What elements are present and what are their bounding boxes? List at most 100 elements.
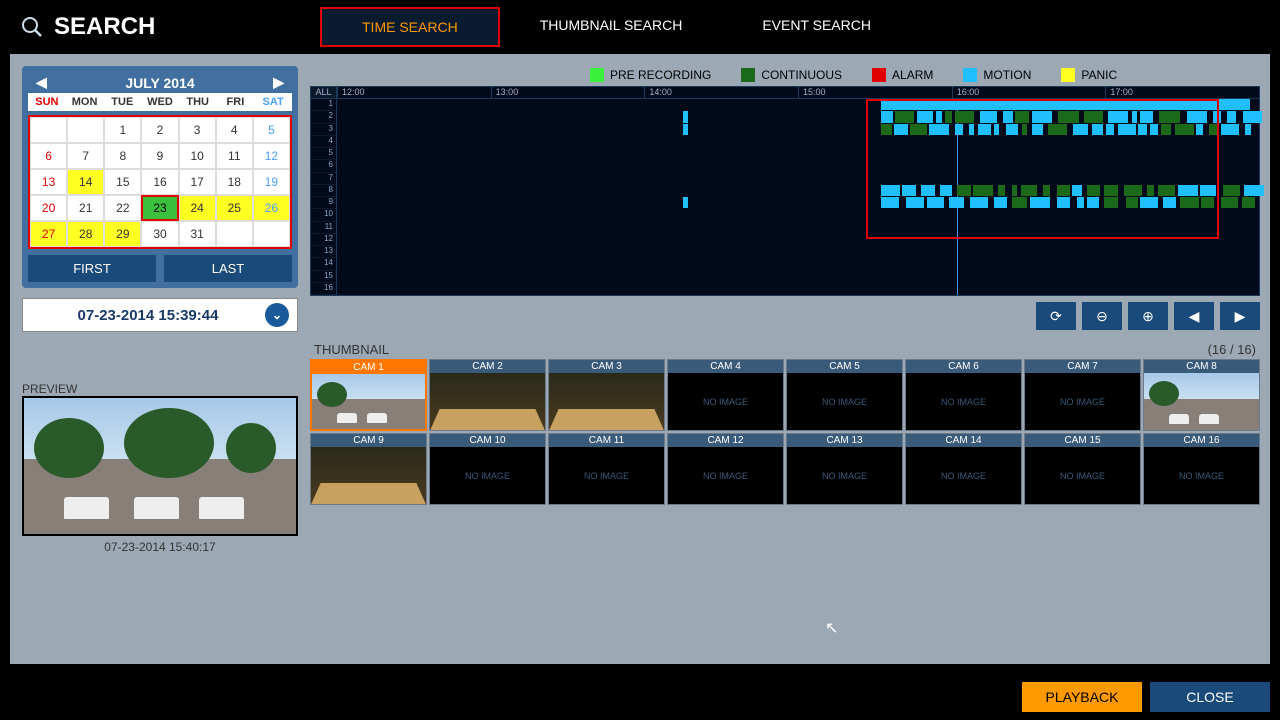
calendar-cell[interactable]: 30 <box>141 221 178 247</box>
thumbnail-cam[interactable]: CAM 3 <box>548 359 665 431</box>
timeline-segment[interactable] <box>929 124 949 135</box>
calendar-cell[interactable]: 13 <box>30 169 67 195</box>
timeline-segment[interactable] <box>1201 197 1214 208</box>
timeline-all-button[interactable]: ALL <box>311 87 337 98</box>
timeline-segment[interactable] <box>1104 185 1118 196</box>
calendar-cell[interactable]: 27 <box>30 221 67 247</box>
timeline-segment[interactable] <box>1223 185 1240 196</box>
timeline-segment[interactable] <box>1243 111 1263 122</box>
timeline-segment[interactable] <box>945 111 953 122</box>
timeline-segment[interactable] <box>1057 197 1070 208</box>
timeline-prev-icon[interactable]: ◀ <box>1174 302 1214 330</box>
timeline-segment[interactable] <box>955 111 974 122</box>
tab-time-search[interactable]: TIME SEARCH <box>320 7 500 47</box>
timeline-segment[interactable] <box>1126 197 1138 208</box>
calendar-cell[interactable]: 26 <box>253 195 290 221</box>
timeline-segment[interactable] <box>1092 124 1103 135</box>
timeline-segment[interactable] <box>881 124 892 135</box>
calendar-cell[interactable]: 12 <box>253 143 290 169</box>
calendar-cell[interactable]: 9 <box>141 143 178 169</box>
timeline-segment[interactable] <box>1178 185 1198 196</box>
thumbnail-cam[interactable]: CAM 15NO IMAGE <box>1024 433 1141 505</box>
thumbnail-cam[interactable]: CAM 13NO IMAGE <box>786 433 903 505</box>
calendar-cell[interactable] <box>30 117 67 143</box>
timeline-segment[interactable] <box>1244 185 1264 196</box>
timeline-segment[interactable] <box>1161 124 1172 135</box>
calendar-first-button[interactable]: FIRST <box>28 255 156 282</box>
timeline-segment[interactable] <box>1200 185 1215 196</box>
timeline-segment[interactable] <box>1057 185 1070 196</box>
timeline-segment[interactable] <box>1150 124 1158 135</box>
timeline-segment[interactable] <box>955 124 963 135</box>
timeline-segment[interactable] <box>1159 111 1180 122</box>
calendar-cell[interactable]: 29 <box>104 221 141 247</box>
timeline-segment[interactable] <box>973 185 993 196</box>
calendar-cell[interactable]: 21 <box>67 195 104 221</box>
timeline-segment[interactable] <box>1032 111 1052 122</box>
tab-thumbnail-search[interactable]: THUMBNAIL SEARCH <box>500 7 723 47</box>
timeline-segment[interactable] <box>1058 111 1079 122</box>
timeline-segment[interactable] <box>1147 185 1154 196</box>
calendar-prev-icon[interactable]: ◀ <box>36 74 47 91</box>
timeline-segment[interactable] <box>1012 185 1018 196</box>
timeline-segment[interactable] <box>895 111 914 122</box>
timeline-segment[interactable] <box>1072 185 1082 196</box>
timeline-segment[interactable] <box>1221 124 1240 135</box>
timeline-segment[interactable] <box>1132 111 1137 122</box>
thumbnail-cam[interactable]: CAM 5NO IMAGE <box>786 359 903 431</box>
timeline-segment[interactable] <box>1196 124 1203 135</box>
calendar-cell[interactable]: 15 <box>104 169 141 195</box>
timeline-segment[interactable] <box>1108 111 1128 122</box>
timeline-segment[interactable] <box>910 124 927 135</box>
timeline-segment[interactable] <box>1245 124 1251 135</box>
calendar-cell[interactable]: 23 <box>141 195 178 221</box>
timeline-segment[interactable] <box>881 111 893 122</box>
close-button[interactable]: CLOSE <box>1150 682 1270 712</box>
timeline-segment[interactable] <box>957 185 971 196</box>
thumbnail-cam[interactable]: CAM 16NO IMAGE <box>1143 433 1260 505</box>
timeline-segment[interactable] <box>902 185 915 196</box>
timeline-zoomout-icon[interactable]: ⊖ <box>1082 302 1122 330</box>
calendar-cell[interactable]: 3 <box>179 117 216 143</box>
timeline-segment[interactable] <box>1032 124 1043 135</box>
timeline-segment[interactable] <box>1073 124 1088 135</box>
tab-event-search[interactable]: EVENT SEARCH <box>722 7 911 47</box>
timeline-segment[interactable] <box>936 111 942 122</box>
calendar-cell[interactable] <box>216 221 253 247</box>
timeline-segment[interactable] <box>906 197 924 208</box>
datetime-dropdown-icon[interactable]: ⌄ <box>265 303 289 327</box>
timeline-segment[interactable] <box>1187 111 1206 122</box>
timeline-segment[interactable] <box>1012 197 1027 208</box>
timeline-segment[interactable] <box>1158 185 1174 196</box>
timeline-segment[interactable] <box>1021 185 1036 196</box>
calendar-cell[interactable]: 1 <box>104 117 141 143</box>
timeline-segment[interactable] <box>683 111 689 122</box>
timeline-segment[interactable] <box>1140 111 1153 122</box>
timeline-segment[interactable] <box>940 185 952 196</box>
timeline-segment[interactable] <box>894 124 908 135</box>
calendar-cell[interactable]: 8 <box>104 143 141 169</box>
calendar-next-icon[interactable]: ▶ <box>273 74 284 91</box>
timeline-segment[interactable] <box>998 185 1005 196</box>
thumbnail-cam[interactable]: CAM 4NO IMAGE <box>667 359 784 431</box>
timeline-segment[interactable] <box>881 99 1250 110</box>
calendar-cell[interactable]: 18 <box>216 169 253 195</box>
timeline-segment[interactable] <box>1118 124 1136 135</box>
calendar-cell[interactable]: 2 <box>141 117 178 143</box>
timeline-segment[interactable] <box>1140 197 1158 208</box>
timeline-segment[interactable] <box>1048 124 1067 135</box>
timeline-segment[interactable] <box>994 124 1000 135</box>
timeline-segment[interactable] <box>1175 124 1194 135</box>
timeline-segment[interactable] <box>1180 197 1199 208</box>
timeline-segment[interactable] <box>1163 197 1176 208</box>
calendar-cell[interactable]: 22 <box>104 195 141 221</box>
timeline-segment[interactable] <box>1043 185 1050 196</box>
timeline-next-icon[interactable]: ▶ <box>1220 302 1260 330</box>
timeline-segment[interactable] <box>683 197 689 208</box>
calendar-cell[interactable]: 31 <box>179 221 216 247</box>
thumbnail-cam[interactable]: CAM 11NO IMAGE <box>548 433 665 505</box>
calendar-cell[interactable]: 4 <box>216 117 253 143</box>
timeline-segment[interactable] <box>1209 124 1218 135</box>
playback-button[interactable]: PLAYBACK <box>1022 682 1142 712</box>
timeline-segment[interactable] <box>978 124 991 135</box>
